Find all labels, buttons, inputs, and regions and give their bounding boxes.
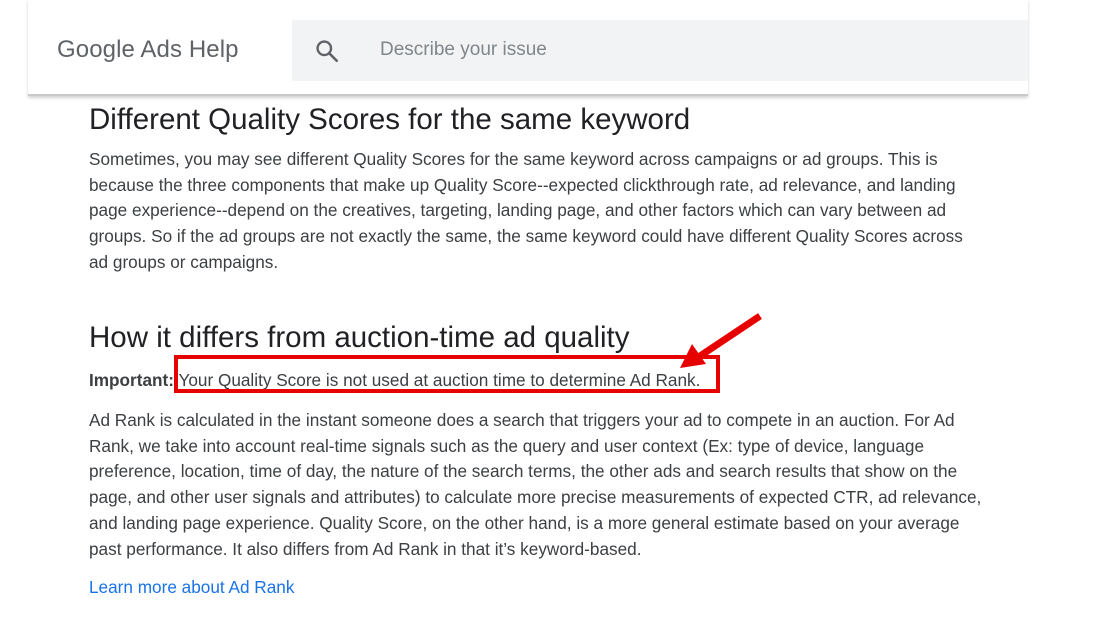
section-paragraph-different-quality-scores: Sometimes, you may see different Quality… (89, 149, 963, 272)
search-bar[interactable] (292, 20, 1028, 81)
brand-title[interactable]: Google Ads Help (57, 36, 239, 64)
section-title-different-quality-scores: Different Quality Scores for the same ke… (89, 103, 691, 136)
section-paragraph-auction-time-quality: Ad Rank is calculated in the instant som… (89, 410, 982, 559)
search-icon[interactable] (314, 38, 340, 64)
annotation-arrow-icon (680, 313, 762, 368)
search-input[interactable] (380, 30, 1000, 70)
important-label: Important: (89, 370, 174, 390)
header: Google Ads Help (28, 0, 1028, 96)
annotation-highlight-box (174, 355, 720, 393)
section-title-auction-time-quality: How it differs from auction-time ad qual… (89, 321, 630, 354)
help-page: Different Quality Scores for the same ke… (0, 0, 1104, 629)
learn-more-ad-rank-link[interactable]: Learn more about Ad Rank (89, 575, 294, 600)
